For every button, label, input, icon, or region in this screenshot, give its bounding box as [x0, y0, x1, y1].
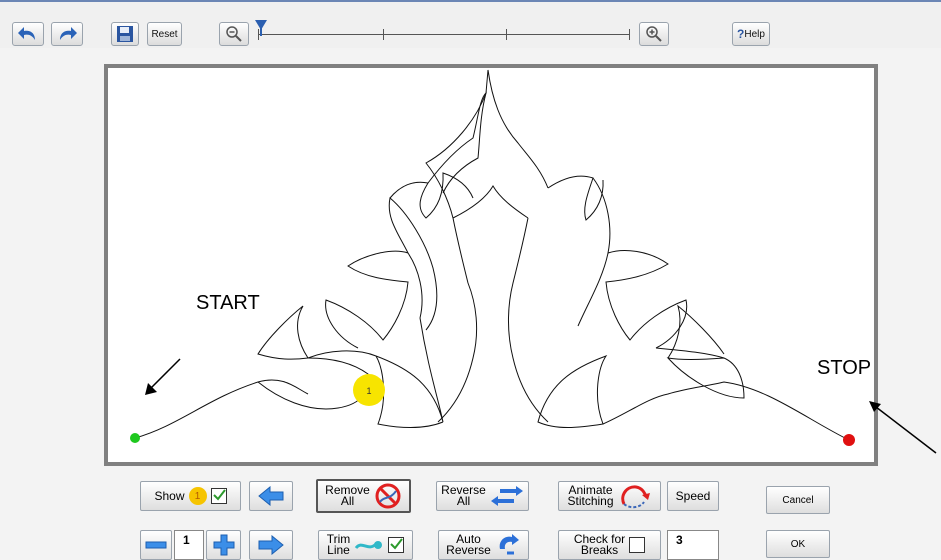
- arrow-right-icon: [258, 535, 284, 555]
- top-toolbar: Reset ? Help: [0, 0, 941, 48]
- previous-button[interactable]: [249, 481, 293, 511]
- checkmark-icon: [390, 538, 404, 550]
- animate-stitch-icon: [620, 485, 650, 509]
- next-button[interactable]: [249, 530, 293, 560]
- arrow-left-icon: [258, 486, 284, 506]
- remove-all-icon: [375, 483, 401, 509]
- undo-arrow-icon: [18, 27, 35, 40]
- show-label: Show: [154, 489, 185, 503]
- undo-button[interactable]: [12, 22, 44, 46]
- save-button[interactable]: [111, 22, 139, 46]
- decrement-button[interactable]: [140, 530, 172, 560]
- zoom-out-button[interactable]: [219, 22, 249, 46]
- stop-annotation: STOP: [817, 357, 872, 379]
- question-mark-icon: ?: [737, 27, 745, 41]
- minus-icon: [145, 541, 167, 549]
- redo-button[interactable]: [51, 22, 83, 46]
- trim-icon: [355, 541, 383, 550]
- animate-stitching-button[interactable]: Animate Stitching: [558, 481, 661, 511]
- remove-all-button[interactable]: Remove All: [316, 479, 411, 513]
- show-button[interactable]: Show 1: [140, 481, 241, 511]
- help-button[interactable]: ? Help: [732, 22, 770, 46]
- start-point[interactable]: [130, 433, 140, 443]
- speed-button[interactable]: Speed: [667, 481, 719, 511]
- zoom-slider[interactable]: [255, 20, 630, 40]
- trim-line-checkbox[interactable]: [388, 537, 405, 553]
- check-for-breaks-checkbox[interactable]: [629, 537, 646, 553]
- quilt-pattern: 1: [130, 69, 855, 446]
- marker-number: 1: [366, 386, 371, 396]
- breaks-value-field[interactable]: 3: [667, 530, 719, 560]
- swap-arrows-icon: [490, 486, 523, 506]
- start-annotation: START: [196, 292, 260, 314]
- cancel-button[interactable]: Cancel: [766, 486, 830, 514]
- check-for-breaks-button[interactable]: Check for Breaks: [558, 530, 661, 560]
- marker-value-field[interactable]: 1: [174, 530, 204, 560]
- reverse-all-button[interactable]: Reverse All: [436, 481, 529, 511]
- zoom-in-button[interactable]: [639, 22, 669, 46]
- floppy-disk-icon: [117, 26, 133, 42]
- checkmark-icon: [212, 489, 226, 501]
- magnifier-minus-icon: [226, 26, 242, 42]
- number-badge-icon: 1: [188, 487, 207, 505]
- show-checkbox[interactable]: [210, 488, 227, 504]
- start-arrow-icon: [145, 358, 181, 395]
- stop-point[interactable]: [843, 434, 855, 446]
- increment-button[interactable]: [206, 530, 241, 560]
- plus-icon: [213, 534, 234, 556]
- design-canvas[interactable]: 1: [104, 64, 878, 466]
- auto-reverse-button[interactable]: Auto Reverse: [438, 530, 529, 560]
- ok-button[interactable]: OK: [766, 530, 830, 558]
- reset-button[interactable]: Reset: [147, 22, 182, 46]
- help-label: Help: [744, 28, 765, 40]
- trim-line-button[interactable]: Trim Line: [318, 530, 413, 560]
- auto-reverse-icon: [499, 534, 519, 555]
- redo-arrow-icon: [60, 27, 77, 40]
- magnifier-plus-icon: [646, 26, 662, 42]
- stop-arrow-icon: [869, 401, 937, 454]
